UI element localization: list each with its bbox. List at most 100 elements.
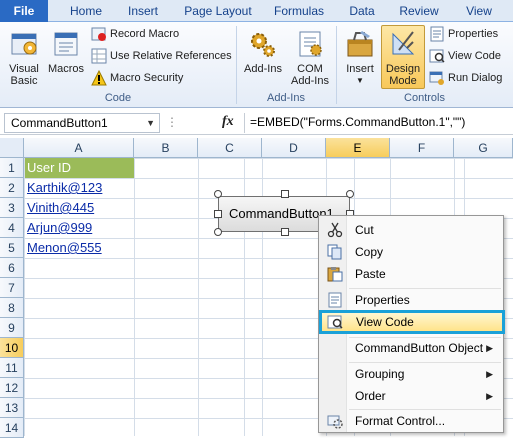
macro-security-button[interactable]: Macro Security: [90, 69, 230, 87]
properties-button[interactable]: Properties: [428, 25, 512, 43]
tab-review[interactable]: Review: [394, 0, 444, 22]
tab-insert[interactable]: Insert: [118, 0, 168, 22]
macros-button[interactable]: Macros: [44, 28, 88, 75]
insert-function-icon[interactable]: fx: [222, 114, 234, 130]
formula-bar-grip-icon: ⋮: [166, 115, 178, 129]
menu-item-format-control[interactable]: Format Control...: [321, 410, 501, 432]
row-header-14[interactable]: 14: [0, 418, 24, 438]
menu-item-paste[interactable]: Paste: [321, 263, 501, 285]
insert-dropdown-arrow: ▼: [356, 76, 364, 85]
use-relative-references-button[interactable]: Use Relative References: [90, 47, 235, 65]
menu-label-properties: Properties: [355, 293, 410, 307]
menu-item-copy[interactable]: Copy: [321, 241, 501, 263]
ribbon-tab-bar: File Home Insert Page Layout Formulas Da…: [0, 0, 513, 22]
column-header-b[interactable]: B: [134, 138, 198, 158]
column-header-c[interactable]: C: [198, 138, 262, 158]
cell-a4[interactable]: Arjun@999: [25, 218, 134, 238]
cell-a1[interactable]: User ID: [25, 158, 134, 178]
design-mode-button[interactable]: Design Mode: [381, 28, 425, 87]
view-code-label: View Code: [448, 50, 501, 62]
tab-page-layout[interactable]: Page Layout: [180, 0, 256, 22]
cell-a5[interactable]: Menon@555: [25, 238, 134, 258]
name-box[interactable]: CommandButton1 ▼: [4, 113, 160, 133]
cell-a2[interactable]: Karthik@123: [25, 178, 134, 198]
com-add-ins-icon: [294, 28, 326, 60]
menu-label-view-code: View Code: [356, 315, 414, 329]
run-dialog-icon: [429, 70, 445, 86]
menu-label-grouping: Grouping: [355, 367, 405, 381]
copy-icon: [327, 244, 343, 260]
com-add-ins-label-line2: Add-Ins: [291, 75, 329, 87]
code-group-label: Code: [104, 92, 132, 104]
menu-label-paste: Paste: [355, 267, 386, 281]
menu-label-commandbutton-object: CommandButton Object: [355, 341, 484, 355]
menu-item-order[interactable]: Order ▶: [321, 385, 501, 407]
menu-item-cut[interactable]: Cut: [321, 219, 501, 241]
tab-data[interactable]: Data: [342, 0, 382, 22]
menu-item-view-code[interactable]: View Code: [319, 310, 505, 334]
menu-item-properties[interactable]: Properties: [321, 289, 501, 311]
resize-handle-top[interactable]: [281, 190, 289, 198]
resize-handle-left[interactable]: [214, 210, 222, 218]
resize-handle-bottom-left[interactable]: [214, 228, 222, 236]
properties-icon: [429, 26, 445, 42]
row-header-5[interactable]: 5: [0, 238, 24, 258]
context-menu: Cut Copy Paste Properties View Code Comm…: [318, 215, 505, 433]
row-header-3[interactable]: 3: [0, 198, 24, 218]
run-dialog-button[interactable]: Run Dialog: [428, 69, 512, 87]
column-header-f[interactable]: F: [390, 138, 454, 158]
design-mode-icon: [387, 28, 419, 60]
add-ins-group-label: Add-Ins: [267, 92, 305, 104]
record-macro-icon: [91, 26, 107, 42]
row-header-11[interactable]: 11: [0, 358, 24, 378]
relative-references-label: Use Relative References: [110, 50, 232, 62]
visual-basic-button[interactable]: Visual Basic: [4, 28, 44, 87]
cell-a3[interactable]: Vinith@445: [25, 198, 134, 218]
insert-control-button[interactable]: Insert ▼: [340, 28, 380, 87]
resize-handle-top-left[interactable]: [214, 190, 222, 198]
menu-label-cut: Cut: [355, 223, 374, 237]
menu-label-copy: Copy: [355, 245, 384, 259]
submenu-arrow-icon: ▶: [486, 391, 493, 401]
row-header-4[interactable]: 4: [0, 218, 24, 238]
select-all-corner[interactable]: [0, 138, 24, 158]
tab-formulas[interactable]: Formulas: [268, 0, 330, 22]
formula-input[interactable]: =EMBED("Forms.CommandButton.1",""): [250, 115, 465, 129]
tab-view[interactable]: View: [458, 0, 500, 22]
macros-icon: [50, 28, 82, 60]
row-header-8[interactable]: 8: [0, 298, 24, 318]
ribbon: Visual Basic Macros Record Macro Use Rel…: [0, 22, 513, 108]
macros-label: Macros: [47, 63, 85, 75]
tab-home[interactable]: Home: [62, 0, 110, 22]
column-header-d[interactable]: D: [262, 138, 326, 158]
row-header-6[interactable]: 6: [0, 258, 24, 278]
column-header-g[interactable]: G: [454, 138, 513, 158]
name-box-dropdown-icon[interactable]: ▼: [146, 114, 155, 132]
column-header-a[interactable]: A: [24, 138, 134, 158]
toolbox-icon: [344, 28, 376, 60]
row-header-9[interactable]: 9: [0, 318, 24, 338]
submenu-arrow-icon: ▶: [486, 369, 493, 379]
row-header-13[interactable]: 13: [0, 398, 24, 418]
macro-security-label: Macro Security: [110, 72, 184, 84]
row-header-10[interactable]: 10: [0, 338, 24, 358]
visual-basic-label-line2: Basic: [10, 75, 38, 87]
row-header-2[interactable]: 2: [0, 178, 24, 198]
row-header-12[interactable]: 12: [0, 378, 24, 398]
tab-file[interactable]: File: [0, 0, 48, 22]
insert-control-label: Insert: [346, 63, 374, 75]
add-ins-button[interactable]: Add-Ins: [240, 28, 286, 75]
row-header-7[interactable]: 7: [0, 278, 24, 298]
menu-item-grouping[interactable]: Grouping ▶: [321, 363, 501, 385]
row-header-1[interactable]: 1: [0, 158, 24, 178]
column-header-e[interactable]: E: [326, 138, 390, 158]
view-code-button[interactable]: View Code: [428, 47, 512, 65]
com-add-ins-button[interactable]: COM Add-Ins: [288, 28, 332, 87]
menu-item-commandbutton-object[interactable]: CommandButton Object ▶: [321, 337, 501, 359]
gears-icon: [247, 28, 279, 60]
view-code-icon: [327, 314, 343, 330]
resize-handle-top-right[interactable]: [346, 190, 354, 198]
resize-handle-bottom[interactable]: [281, 228, 289, 236]
record-macro-button[interactable]: Record Macro: [90, 25, 230, 43]
format-control-icon: [327, 413, 343, 429]
